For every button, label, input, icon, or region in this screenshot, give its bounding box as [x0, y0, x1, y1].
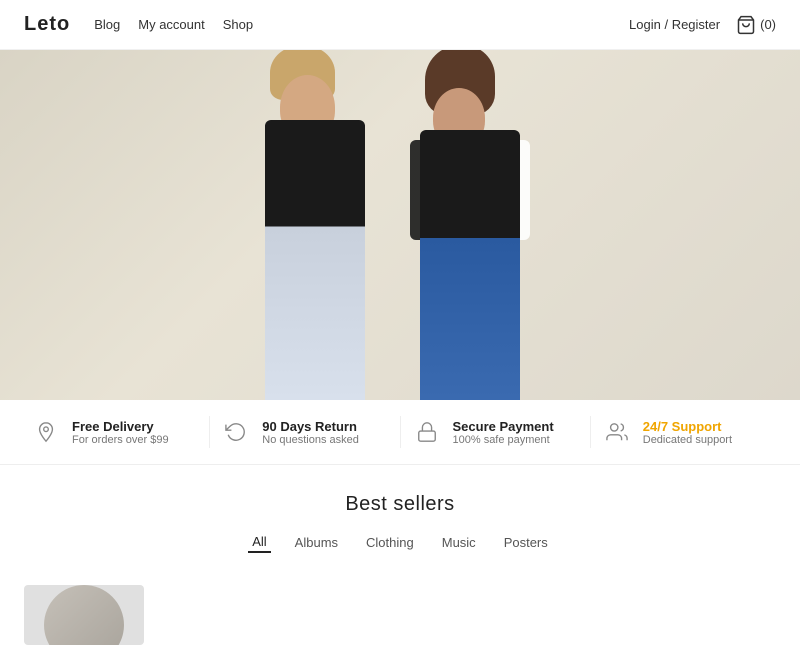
cart-count: (0)	[760, 17, 776, 32]
tab-clothing[interactable]: Clothing	[362, 533, 418, 552]
feature-return-title: 90 Days Return	[262, 419, 359, 434]
nav-blog[interactable]: Blog	[94, 17, 120, 32]
lock-icon	[411, 416, 443, 448]
filter-tabs: All Albums Clothing Music Posters	[0, 532, 800, 553]
feature-delivery-text: Free Delivery For orders over $99	[72, 419, 169, 446]
nav-shop[interactable]: Shop	[223, 17, 253, 32]
hero-figures	[150, 50, 650, 400]
feature-payment-title: Secure Payment	[453, 419, 554, 434]
cart-button[interactable]: (0)	[736, 15, 776, 35]
products-grid	[0, 569, 800, 645]
nav-my-account[interactable]: My account	[138, 17, 204, 32]
feature-payment: Secure Payment 100% safe payment	[400, 416, 590, 448]
main-nav: Blog My account Shop	[94, 17, 253, 32]
feature-return-text: 90 Days Return No questions asked	[262, 419, 359, 446]
product-card-1[interactable]	[24, 585, 144, 645]
feature-delivery: Free Delivery For orders over $99	[20, 416, 209, 448]
feature-payment-subtitle: 100% safe payment	[453, 434, 554, 446]
figure-right	[395, 90, 565, 400]
figure-right-body	[420, 130, 520, 400]
best-sellers-section: Best sellers All Albums Clothing Music P…	[0, 465, 800, 569]
header: Leto Blog My account Shop Login / Regist…	[0, 0, 800, 50]
header-left: Leto Blog My account Shop	[24, 13, 253, 36]
feature-support-subtitle: Dedicated support	[643, 434, 732, 446]
feature-delivery-title: Free Delivery	[72, 419, 169, 434]
feature-return: 90 Days Return No questions asked	[209, 416, 399, 448]
best-sellers-heading: Best sellers	[0, 493, 800, 516]
logo[interactable]: Leto	[24, 13, 70, 36]
product-image-1	[24, 585, 144, 645]
header-right: Login / Register (0)	[629, 15, 776, 35]
feature-support: 24/7 Support Dedicated support	[590, 416, 780, 448]
figure-left-body	[265, 120, 365, 400]
features-bar: Free Delivery For orders over $99 90 Day…	[0, 400, 800, 465]
location-icon	[30, 416, 62, 448]
tab-albums[interactable]: Albums	[291, 533, 342, 552]
figure-left	[235, 80, 415, 400]
feature-return-subtitle: No questions asked	[262, 434, 359, 446]
return-icon	[220, 416, 252, 448]
login-register-link[interactable]: Login / Register	[629, 17, 720, 32]
support-icon	[601, 416, 633, 448]
hero-section	[0, 50, 800, 400]
tab-music[interactable]: Music	[438, 533, 480, 552]
tab-posters[interactable]: Posters	[500, 533, 552, 552]
feature-delivery-subtitle: For orders over $99	[72, 434, 169, 446]
product-placeholder-1	[44, 585, 124, 645]
tab-all[interactable]: All	[248, 532, 270, 553]
feature-support-text: 24/7 Support Dedicated support	[643, 419, 732, 446]
cart-icon	[736, 15, 756, 35]
feature-payment-text: Secure Payment 100% safe payment	[453, 419, 554, 446]
feature-support-title: 24/7 Support	[643, 419, 732, 434]
